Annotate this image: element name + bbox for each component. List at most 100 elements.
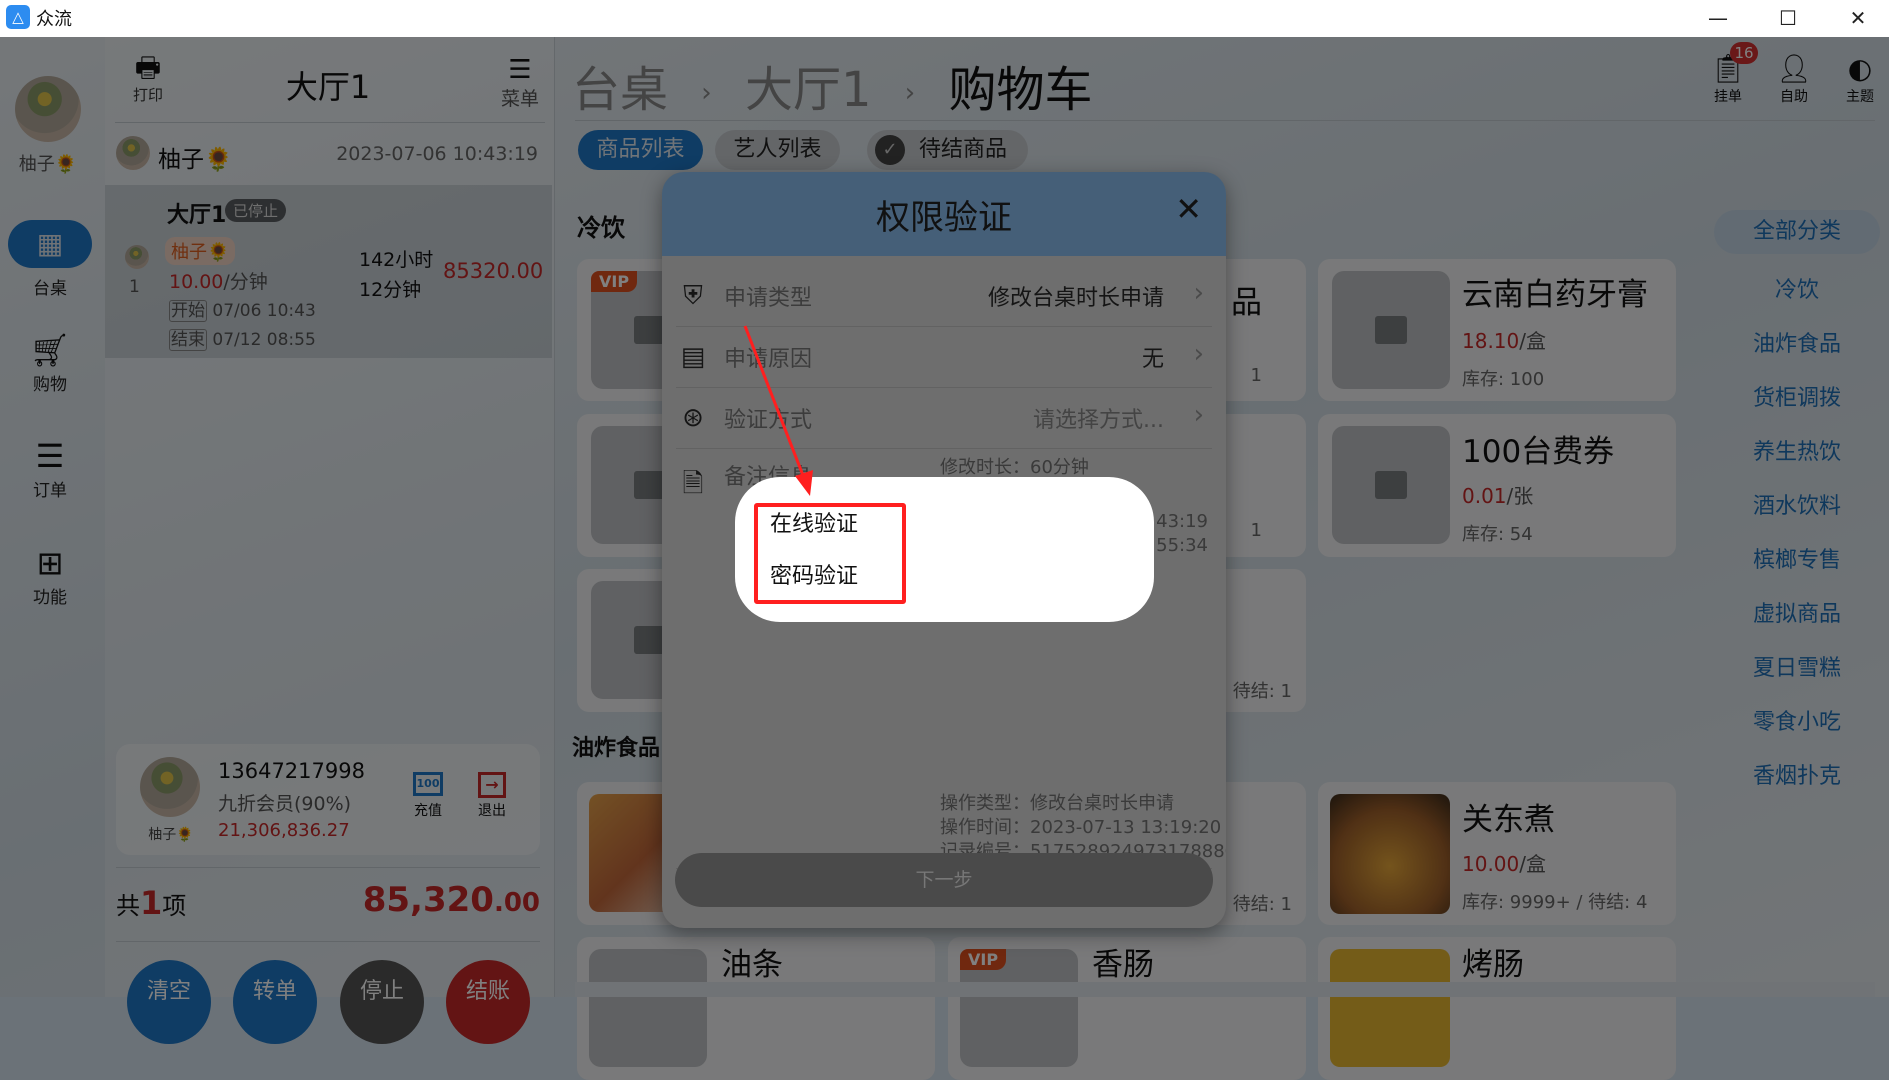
divider bbox=[575, 120, 1875, 121]
category-item[interactable]: 养生热饮 bbox=[1714, 434, 1880, 466]
breadcrumb-current: 购物车 bbox=[948, 62, 1093, 118]
checkout-button[interactable]: 结账 bbox=[446, 960, 530, 1044]
nav-item-shopping[interactable]: 🛒︎ 购物 bbox=[0, 330, 100, 395]
option-online-verify[interactable]: 在线验证 bbox=[770, 506, 858, 538]
dialpad-icon: ⊛ bbox=[682, 403, 704, 433]
theme-icon: ◐ bbox=[1847, 52, 1873, 85]
nav-label: 购物 bbox=[33, 375, 67, 395]
close-icon[interactable]: ✕ bbox=[1175, 190, 1202, 228]
product-name: 烤肠 bbox=[1462, 947, 1524, 983]
operator-name: 柚子🌻 bbox=[158, 147, 233, 173]
category-item[interactable]: 虚拟商品 bbox=[1714, 596, 1880, 628]
tab-products[interactable]: 商品列表 bbox=[578, 130, 703, 170]
product-card[interactable]: 油条 bbox=[577, 937, 935, 1080]
user-avatar[interactable] bbox=[15, 76, 81, 142]
end-time: 07/12 08:55 bbox=[212, 330, 316, 350]
category-item[interactable]: 零食小吃 bbox=[1714, 704, 1880, 736]
start-label: 开始 bbox=[169, 300, 207, 322]
category-item[interactable]: 油炸食品 bbox=[1714, 326, 1880, 358]
clear-button[interactable]: 清空 bbox=[127, 960, 211, 1044]
chevron-right-icon: › bbox=[1193, 278, 1204, 308]
recharge-icon: 100 bbox=[413, 772, 443, 796]
product-unit: /盒 bbox=[1519, 852, 1547, 876]
tab-pending[interactable]: ✓ 待结商品 bbox=[867, 130, 1028, 170]
table-layout-icon: ▦ bbox=[8, 220, 92, 268]
row-request-reason[interactable]: ▤ 申请原因 无 › bbox=[676, 327, 1212, 388]
category-item[interactable]: 槟榔专售 bbox=[1714, 542, 1880, 574]
nav-label: 台桌 bbox=[33, 279, 67, 299]
category-item[interactable]: 冷饮 bbox=[1714, 272, 1880, 304]
minimize-button[interactable]: — bbox=[1698, 2, 1738, 34]
option-password-verify[interactable]: 密码验证 bbox=[770, 558, 858, 590]
product-unit: /张 bbox=[1506, 484, 1534, 508]
product-stock: 待结: 1 bbox=[1232, 894, 1292, 915]
divider bbox=[115, 122, 545, 123]
user-name: 柚子🌻 bbox=[18, 154, 78, 175]
person-tag: 柚子🌻 bbox=[165, 237, 236, 265]
product-stock: 库存: 9999+ / 待结: 4 bbox=[1462, 892, 1648, 913]
duration-hours: 142小时 bbox=[359, 249, 434, 271]
stop-button[interactable]: 停止 bbox=[340, 960, 424, 1044]
menu-button[interactable]: ☰ 菜单 bbox=[498, 56, 542, 111]
count-prefix: 共 bbox=[116, 892, 140, 920]
product-image-placeholder bbox=[589, 949, 707, 1067]
note-op-time: 操作时间：2023-07-13 13:19:20 bbox=[940, 817, 1222, 838]
tab-label: 待结商品 bbox=[919, 137, 1008, 162]
product-card[interactable]: 100台费券 0.01/张 库存: 54 bbox=[1318, 414, 1676, 557]
image-icon bbox=[1375, 471, 1407, 499]
member-level: 九折会员(90%) bbox=[218, 793, 352, 815]
product-card[interactable]: 云南白药牙膏 18.10/盒 库存: 100 bbox=[1318, 259, 1676, 401]
bottom-bar bbox=[575, 982, 1875, 997]
tab-artists[interactable]: 艺人列表 bbox=[715, 130, 840, 170]
breadcrumb-item[interactable]: 大厅1 bbox=[745, 62, 872, 118]
category-item[interactable]: 夏日雪糕 bbox=[1714, 650, 1880, 682]
cart-item[interactable]: 大厅1 已停止 1 柚子🌻 10.00/分钟 开始 07/06 10:43 结束… bbox=[105, 185, 552, 358]
nav-item-functions[interactable]: ⊞ 功能 bbox=[0, 543, 100, 608]
window-titlebar: △ 众流 — ☐ ✕ bbox=[0, 0, 1889, 37]
logout-button[interactable]: → 退出 bbox=[472, 772, 512, 820]
maximize-button[interactable]: ☐ bbox=[1768, 2, 1808, 34]
vip-badge: VIP bbox=[960, 949, 1007, 970]
product-unit: /盒 bbox=[1519, 329, 1547, 353]
row-value: 无 bbox=[1141, 347, 1164, 372]
total-amount: 85,320.00 bbox=[363, 880, 540, 920]
product-price: 10.00 bbox=[1462, 852, 1520, 876]
recharge-button[interactable]: 100 充值 bbox=[408, 772, 448, 820]
hold-order-button[interactable]: 📋︎ 挂单 16 bbox=[1706, 42, 1758, 106]
product-card[interactable]: VIP 香肠 bbox=[948, 937, 1306, 1080]
theme-button[interactable]: ◐ 主题 bbox=[1838, 52, 1882, 106]
window-title: 众流 bbox=[36, 9, 72, 30]
category-all[interactable]: 全部分类 bbox=[1714, 210, 1880, 254]
nav-item-tables[interactable]: ▦ 台桌 bbox=[0, 220, 100, 299]
product-card[interactable]: 烤肠 bbox=[1318, 937, 1676, 1080]
app-logo-icon: △ bbox=[6, 5, 30, 29]
category-item[interactable]: 酒水饮料 bbox=[1714, 488, 1880, 520]
breadcrumb-item[interactable]: 台桌 bbox=[572, 62, 668, 118]
category-item[interactable]: 香烟扑克 bbox=[1714, 758, 1880, 790]
product-card[interactable]: 关东煮 10.00/盒 库存: 9999+ / 待结: 4 bbox=[1318, 782, 1676, 925]
transfer-button[interactable]: 转单 bbox=[233, 960, 317, 1044]
row-verify-method[interactable]: ⊛ 验证方式 请选择方式... › bbox=[676, 388, 1212, 449]
cart-icon: 🛒︎ bbox=[29, 331, 71, 369]
nav-item-orders[interactable]: ☰ 订单 bbox=[0, 436, 100, 501]
printer-icon: 🖶 bbox=[134, 51, 162, 84]
image-icon bbox=[1375, 316, 1407, 344]
row-value: 修改台桌时长申请 bbox=[987, 286, 1164, 311]
close-window-button[interactable]: ✕ bbox=[1838, 2, 1878, 34]
dialog-header: 权限验证 ✕ bbox=[662, 172, 1226, 256]
next-button[interactable]: 下一步 bbox=[675, 853, 1213, 907]
menu-label: 菜单 bbox=[500, 88, 539, 110]
chevron-right-icon: › bbox=[701, 78, 712, 108]
member-name: 柚子🌻 bbox=[148, 827, 194, 843]
row-label: 验证方式 bbox=[724, 408, 813, 433]
shield-icon: ⛨ bbox=[683, 281, 703, 311]
self-service-button[interactable]: 👤︎ 自助 bbox=[1772, 52, 1816, 106]
product-name: 关东煮 bbox=[1462, 802, 1555, 838]
toolbar-label: 主题 bbox=[1846, 89, 1874, 105]
status-badge: 已停止 bbox=[225, 199, 287, 222]
row-request-type[interactable]: ⛨ 申请类型 修改台桌时长申请 › bbox=[676, 266, 1212, 327]
print-button[interactable]: 🖶 打印 bbox=[128, 52, 168, 105]
category-item[interactable]: 货柜调拨 bbox=[1714, 380, 1880, 412]
product-name: 香肠 bbox=[1092, 947, 1154, 983]
print-label: 打印 bbox=[132, 86, 163, 104]
